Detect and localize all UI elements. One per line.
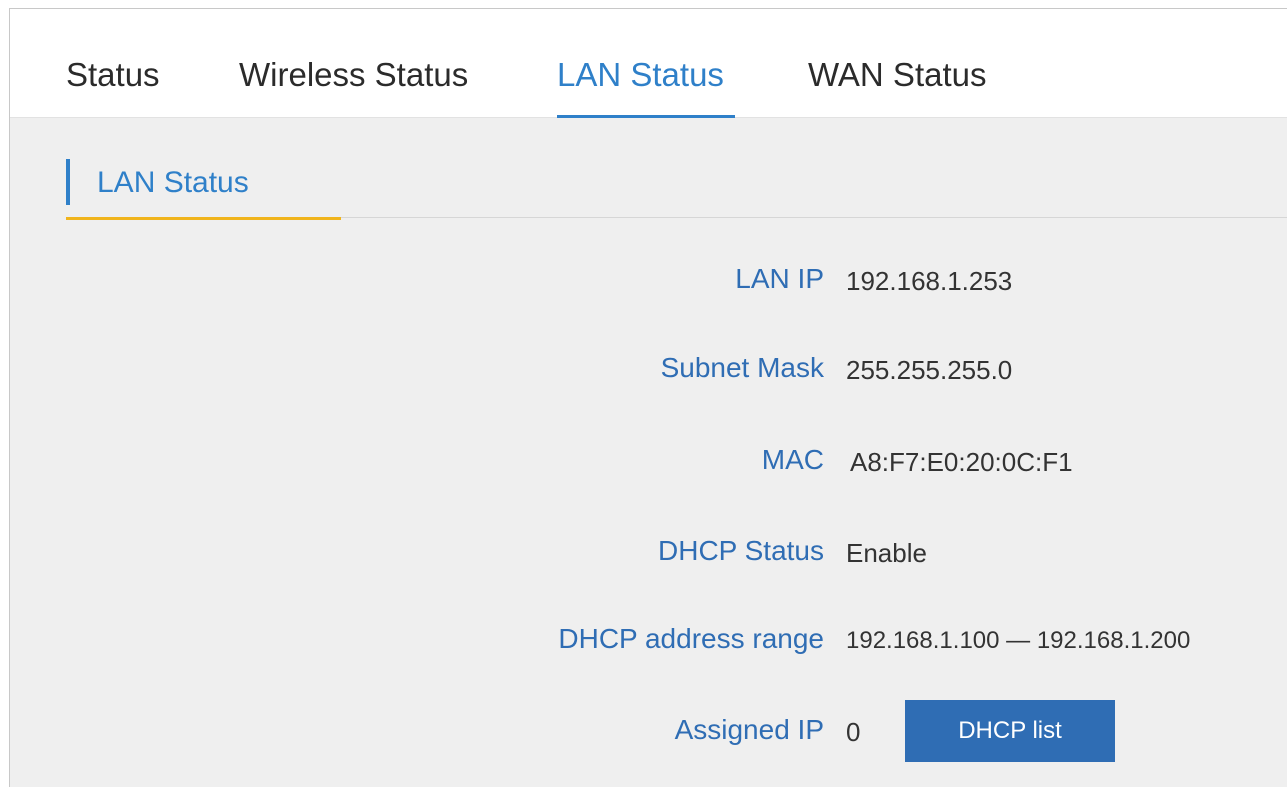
field-row-subnet-mask: Subnet Mask 255.255.255.0 [10, 348, 1287, 388]
dhcp-status-label: DHCP Status [658, 535, 824, 566]
subnet-mask-value: 255.255.255.0 [846, 355, 1013, 385]
page-frame: Status Wireless Status LAN Status WAN St… [9, 8, 1287, 787]
assigned-ip-label: Assigned IP [674, 714, 824, 745]
tab-status[interactable]: Status [66, 55, 160, 95]
dhcp-status-value: Enable [846, 538, 927, 568]
assigned-ip-value: 0 [846, 717, 861, 747]
active-tab-underline [557, 115, 735, 118]
field-row-mac: MAC A8:F7:E0:20:0C:F1 [10, 440, 1287, 480]
mac-value: A8:F7:E0:20:0C:F1 [850, 447, 1073, 477]
tab-wan-status[interactable]: WAN Status [808, 55, 987, 95]
dhcp-range-label: DHCP address range [558, 623, 824, 654]
section-marker [66, 159, 70, 205]
field-row-lan-ip: LAN IP 192.168.1.253 [10, 259, 1287, 299]
tab-lan-status[interactable]: LAN Status [557, 55, 724, 95]
field-row-dhcp-status: DHCP Status Enable [10, 531, 1287, 571]
dhcp-list-button[interactable]: DHCP list [905, 700, 1115, 762]
dhcp-range-value: 192.168.1.100 — 192.168.1.200 [846, 627, 1191, 654]
subnet-mask-label: Subnet Mask [660, 352, 824, 383]
mac-label: MAC [761, 444, 824, 475]
section-title: LAN Status [97, 166, 249, 199]
lan-ip-value: 192.168.1.253 [846, 266, 1013, 296]
lan-ip-label: LAN IP [735, 263, 824, 294]
tab-wireless-status[interactable]: Wireless Status [239, 55, 468, 95]
section-accent-underline [66, 217, 341, 220]
field-row-assigned-ip: Assigned IP 0 DHCP list [10, 700, 1287, 762]
field-row-dhcp-range: DHCP address range 192.168.1.100 — 192.1… [10, 619, 1287, 659]
tab-bar: Status Wireless Status LAN Status WAN St… [10, 9, 1287, 118]
